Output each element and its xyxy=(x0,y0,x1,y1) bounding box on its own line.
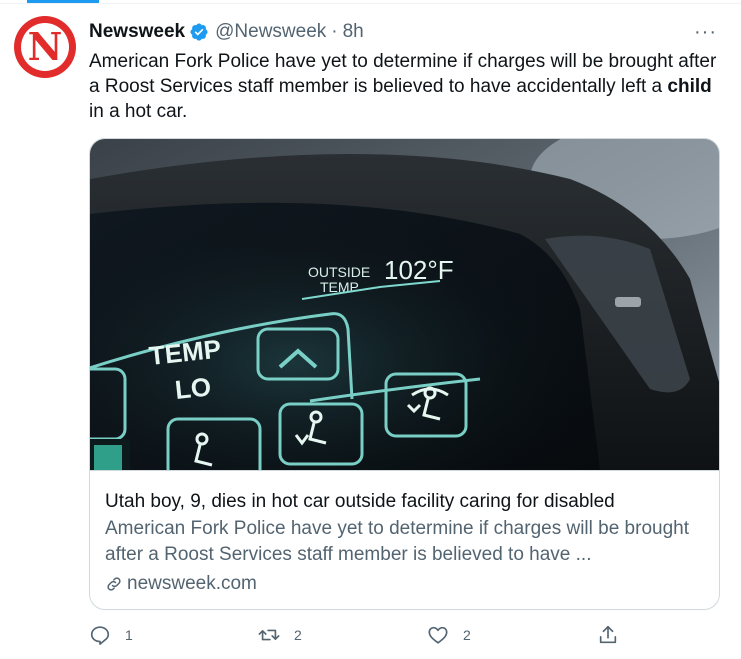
card-domain-text: newsweek.com xyxy=(127,573,257,594)
like-count: 2 xyxy=(463,627,471,643)
link-icon xyxy=(107,577,121,591)
outside-temp-label-1: OUTSIDE xyxy=(308,264,370,280)
separator-dot: · xyxy=(331,21,338,42)
tweet-header: Newsweek @Newsweek · 8h xyxy=(89,20,364,44)
outside-temp-value: 102°F xyxy=(384,255,454,285)
tweet-text-bold: child xyxy=(667,76,712,97)
timestamp[interactable]: 8h xyxy=(343,21,364,43)
avatar[interactable]: N xyxy=(14,16,76,78)
heart-icon xyxy=(428,626,448,644)
tweet-text: American Fork Police have yet to determi… xyxy=(89,49,719,124)
tweet-text-part: American Fork Police have yet to determi… xyxy=(89,51,717,97)
more-options-icon[interactable]: ··· xyxy=(694,22,717,42)
card-domain: newsweek.com xyxy=(105,571,706,597)
reply-icon xyxy=(90,626,110,645)
retweet-icon xyxy=(258,629,280,641)
like-button[interactable]: 2 xyxy=(427,624,471,646)
car-dashboard-image[interactable]: OUTSIDE TEMP 102°F TEMP LO xyxy=(90,139,720,470)
author-name[interactable]: Newsweek xyxy=(89,21,185,43)
card-text-area[interactable]: Utah boy, 9, dies in hot car outside fac… xyxy=(90,470,719,597)
logo-letter: N xyxy=(27,24,63,69)
tweet-text-part: in a hot car. xyxy=(89,101,188,122)
author-handle[interactable]: @Newsweek xyxy=(215,21,326,43)
card-title: Utah boy, 9, dies in hot car outside fac… xyxy=(105,491,615,512)
reply-count: 1 xyxy=(125,627,133,643)
retweet-button[interactable]: 2 xyxy=(258,624,302,646)
verified-badge-icon xyxy=(190,23,208,41)
top-divider xyxy=(0,3,741,4)
card-description: American Fork Police have yet to determi… xyxy=(105,518,689,565)
temp-button-label-2: LO xyxy=(173,371,212,405)
share-button[interactable] xyxy=(597,624,619,646)
newsweek-logo: N xyxy=(21,23,69,71)
tweet-actions: 1 2 2 xyxy=(89,624,629,650)
reply-button[interactable]: 1 xyxy=(89,624,133,646)
share-icon xyxy=(599,625,617,644)
retweet-count: 2 xyxy=(294,627,302,643)
link-preview-card[interactable]: OUTSIDE TEMP 102°F TEMP LO Utah boy, 9, … xyxy=(89,138,720,610)
